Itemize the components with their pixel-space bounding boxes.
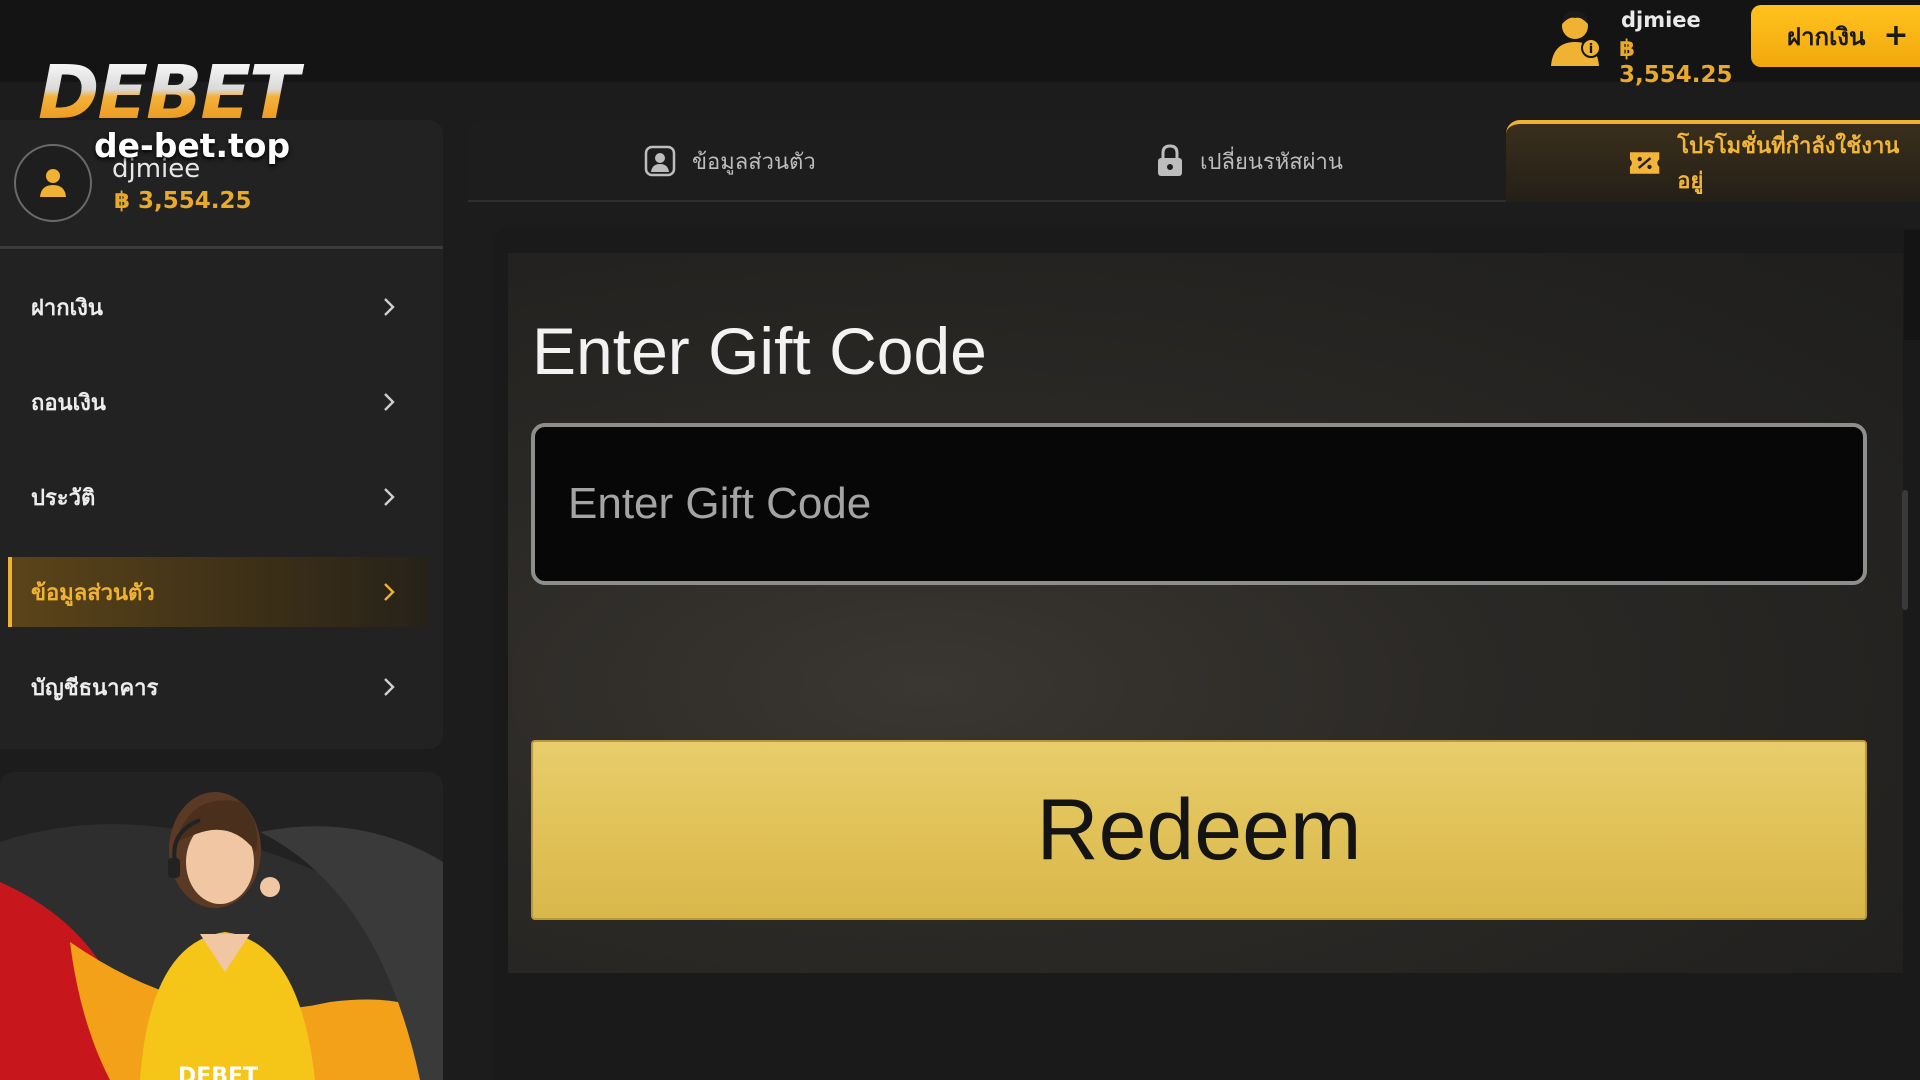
sidebar-item-bank-account[interactable]: บัญชีธนาคาร bbox=[8, 652, 428, 722]
sidebar-item-label: ประวัติ bbox=[31, 485, 96, 511]
agent-caption: DEBET bbox=[178, 1064, 259, 1080]
sidebar-item-history[interactable]: ประวัติ bbox=[8, 462, 428, 532]
redeem-button[interactable]: Redeem bbox=[531, 740, 1867, 920]
sidebar-item-label: บัญชีธนาคาร bbox=[31, 675, 159, 701]
chevron-right-icon bbox=[384, 678, 395, 696]
support-agent-illustration bbox=[0, 792, 443, 1080]
svg-text:i: i bbox=[1589, 42, 1593, 57]
sidebar-item-label: ถอนเงิน bbox=[31, 390, 106, 416]
sidebar-item-label: ฝากเงิน bbox=[31, 295, 103, 321]
chevron-right-icon bbox=[384, 583, 395, 601]
side-menu: ฝากเงิน ถอนเงิน ประวัติ ข้อมูลส่วนตัว บั… bbox=[0, 249, 443, 749]
logo[interactable]: DEBET de-bet.top bbox=[38, 56, 328, 165]
chevron-right-icon bbox=[384, 298, 395, 316]
profile-tabs: ข้อมูลส่วนตัว เปลี่ยนรหัสผ่าน โปรโมชั่นท… bbox=[468, 120, 1920, 202]
sidebar-item-label: ข้อมูลส่วนตัว bbox=[31, 580, 155, 606]
gift-code-panel: Enter Gift Code Redeem bbox=[508, 253, 1903, 973]
tab-personal-info[interactable]: ข้อมูลส่วนตัว bbox=[644, 120, 816, 202]
sidebar-item-profile[interactable]: ข้อมูลส่วนตัว bbox=[8, 557, 428, 627]
user-avatar-icon: i bbox=[1551, 10, 1601, 66]
deposit-button[interactable]: ฝากเงิน + bbox=[1751, 5, 1920, 67]
chevron-right-icon bbox=[384, 393, 395, 411]
scrollbar-track bbox=[1904, 230, 1920, 340]
lock-icon bbox=[1158, 144, 1182, 176]
tab-change-password[interactable]: เปลี่ยนรหัสผ่าน bbox=[1156, 120, 1343, 202]
tab-active-promotions[interactable]: โปรโมชั่นที่กำลังใช้งานอยู่ bbox=[1506, 120, 1920, 202]
tab-label: โปรโมชั่นที่กำลังใช้งานอยู่ bbox=[1677, 134, 1900, 194]
user-card-icon bbox=[644, 145, 676, 177]
tab-label: เปลี่ยนรหัสผ่าน bbox=[1200, 149, 1343, 175]
header-user[interactable]: i djmiee ฿ 3,554.25 bbox=[1545, 4, 1745, 88]
gift-code-input[interactable] bbox=[531, 423, 1867, 585]
sidebar-item-withdraw[interactable]: ถอนเงิน bbox=[8, 367, 428, 437]
logo-domain: de-bet.top bbox=[94, 126, 291, 165]
app-root: i djmiee ฿ 3,554.25 ฝากเงิน + djmiee ฿ 3… bbox=[0, 0, 1920, 1080]
sidebar-item-deposit[interactable]: ฝากเงิน bbox=[8, 272, 428, 342]
user-icon bbox=[40, 169, 66, 197]
support-agent-banner[interactable]: DEBET bbox=[0, 772, 443, 1080]
deposit-button-label: ฝากเงิน bbox=[1787, 22, 1866, 51]
profile-balance: ฿ 3,554.25 bbox=[114, 188, 252, 214]
tab-label: ข้อมูลส่วนตัว bbox=[692, 149, 816, 175]
plus-icon: + bbox=[1883, 18, 1909, 53]
ticket-icon bbox=[1629, 152, 1660, 174]
header-username: djmiee bbox=[1621, 8, 1701, 32]
header-balance: ฿ 3,554.25 bbox=[1619, 36, 1733, 88]
scrollbar-thumb[interactable] bbox=[1902, 490, 1908, 610]
gift-code-title: Enter Gift Code bbox=[532, 314, 987, 388]
logo-brand: DEBET bbox=[38, 56, 328, 130]
chevron-right-icon bbox=[384, 488, 395, 506]
